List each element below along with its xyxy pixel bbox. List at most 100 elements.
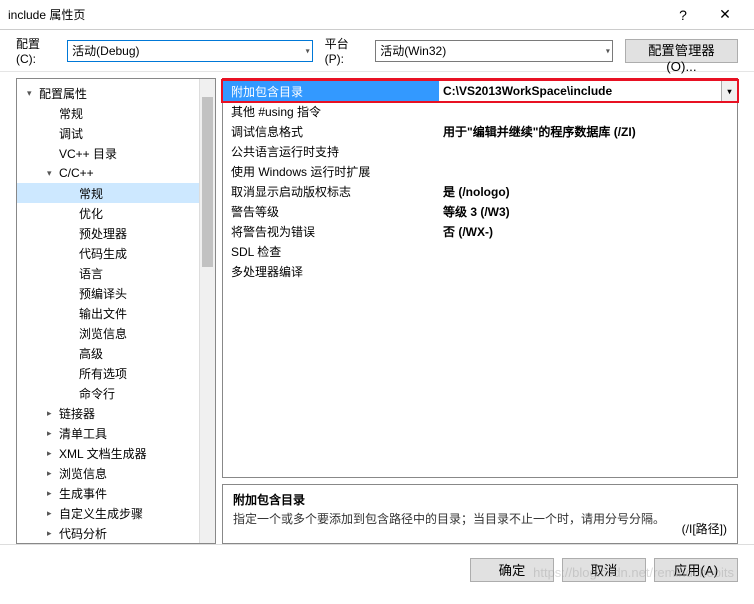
tree-arrow-icon: ▸: [47, 428, 57, 439]
tree-item-label: 命令行: [79, 385, 115, 402]
tree-item[interactable]: ▸代码分析: [17, 523, 199, 543]
tree-item[interactable]: 预编译头: [17, 283, 199, 303]
property-value[interactable]: 否 (/WX-): [439, 223, 737, 240]
tree-arrow-icon: ▸: [47, 528, 57, 539]
tree-item-label: 常规: [79, 185, 103, 202]
tree-item-label: 所有选项: [79, 365, 127, 382]
tree-item[interactable]: ▾C/C++: [17, 163, 199, 183]
tree-item-label: 优化: [79, 205, 103, 222]
tree-item[interactable]: 调试: [17, 123, 199, 143]
dropdown-button[interactable]: ▾: [721, 81, 737, 101]
property-name: 使用 Windows 运行时扩展: [223, 163, 439, 180]
tree-item[interactable]: 浏览信息: [17, 323, 199, 343]
toolbar: 配置(C): 活动(Debug) ▾ 平台(P): 活动(Win32) ▾ 配置…: [0, 30, 754, 72]
scrollbar-thumb[interactable]: [202, 97, 213, 267]
property-name: 调试信息格式: [223, 123, 439, 140]
property-row[interactable]: 取消显示启动版权标志是 (/nologo): [223, 181, 737, 201]
sidebar: ▾配置属性常规调试VC++ 目录▾C/C++常规优化预处理器代码生成语言预编译头…: [16, 78, 216, 544]
property-value[interactable]: 等级 3 (/W3): [439, 203, 737, 220]
tree-item-label: 调试: [59, 125, 83, 142]
property-name: 其他 #using 指令: [223, 103, 439, 120]
main-area: ▾配置属性常规调试VC++ 目录▾C/C++常规优化预处理器代码生成语言预编译头…: [0, 72, 754, 544]
tree-item-label: 语言: [79, 265, 103, 282]
property-row[interactable]: 附加包含目录C:\VS2013WorkSpace\include▾: [221, 79, 739, 103]
config-combo[interactable]: 活动(Debug) ▾: [67, 40, 312, 62]
tree-arrow-icon: ▸: [47, 448, 57, 459]
tree-item[interactable]: ▸自定义生成步骤: [17, 503, 199, 523]
tree-item-label: 自定义生成步骤: [59, 505, 143, 522]
property-row[interactable]: 警告等级等级 3 (/W3): [223, 201, 737, 221]
close-button[interactable]: ✕: [704, 1, 746, 29]
cancel-button[interactable]: 取消: [562, 558, 646, 582]
platform-label: 平台(P):: [325, 35, 368, 66]
tree-item-label: 配置属性: [39, 85, 87, 102]
tree-item[interactable]: ▸XML 文档生成器: [17, 443, 199, 463]
help-button[interactable]: ?: [662, 1, 704, 29]
property-row[interactable]: 使用 Windows 运行时扩展: [223, 161, 737, 181]
tree-item-label: C/C++: [59, 166, 94, 180]
config-label: 配置(C):: [16, 35, 59, 66]
property-row[interactable]: 其他 #using 指令: [223, 101, 737, 121]
property-name: 公共语言运行时支持: [223, 143, 439, 160]
tree-item[interactable]: ▾配置属性: [17, 83, 199, 103]
tree-item[interactable]: ▸链接器: [17, 403, 199, 423]
apply-button[interactable]: 应用(A): [654, 558, 738, 582]
tree-item-label: XML 文档生成器: [59, 445, 147, 462]
property-grid[interactable]: 附加包含目录C:\VS2013WorkSpace\include▾其他 #usi…: [222, 78, 738, 478]
ok-button[interactable]: 确定: [470, 558, 554, 582]
platform-value: 活动(Win32): [380, 42, 446, 59]
description-text: 指定一个或多个要添加到包含路径中的目录；当目录不止一个时，请用分号分隔。: [233, 510, 727, 527]
config-value: 活动(Debug): [72, 42, 139, 59]
property-row[interactable]: SDL 检查: [223, 241, 737, 261]
tree-arrow-icon: ▾: [27, 88, 37, 99]
tree-arrow-icon: ▸: [47, 408, 57, 419]
config-manager-button[interactable]: 配置管理器(O)...: [625, 39, 738, 63]
tree-item-label: 输出文件: [79, 305, 127, 322]
tree-item[interactable]: 常规: [17, 183, 199, 203]
tree-item[interactable]: 代码生成: [17, 243, 199, 263]
tree-item[interactable]: 命令行: [17, 383, 199, 403]
tree-arrow-icon: ▸: [47, 508, 57, 519]
tree-arrow-icon: ▾: [47, 168, 57, 179]
tree-item-label: 高级: [79, 345, 103, 362]
tree-item[interactable]: VC++ 目录: [17, 143, 199, 163]
tree-item-label: 链接器: [59, 405, 95, 422]
property-name: 多处理器编译: [223, 263, 439, 280]
property-value[interactable]: 是 (/nologo): [439, 183, 737, 200]
tree-item[interactable]: ▸生成事件: [17, 483, 199, 503]
tree-item-label: 预编译头: [79, 285, 127, 302]
platform-combo[interactable]: 活动(Win32) ▾: [375, 40, 613, 62]
property-name: 取消显示启动版权标志: [223, 183, 439, 200]
tree-item-label: 预处理器: [79, 225, 127, 242]
tree-item[interactable]: 优化: [17, 203, 199, 223]
property-name: 警告等级: [223, 203, 439, 220]
property-row[interactable]: 公共语言运行时支持: [223, 141, 737, 161]
property-name: SDL 检查: [223, 243, 439, 260]
footer: 确定 取消 应用(A) https://blog.csdn.net/remind…: [0, 544, 754, 594]
tree-item[interactable]: ▸清单工具: [17, 423, 199, 443]
tree-item[interactable]: 所有选项: [17, 363, 199, 383]
tree-item-label: 代码生成: [79, 245, 127, 262]
tree-item[interactable]: 语言: [17, 263, 199, 283]
tree-item-label: 常规: [59, 105, 83, 122]
property-row[interactable]: 将警告视为错误否 (/WX-): [223, 221, 737, 241]
property-row[interactable]: 多处理器编译: [223, 261, 737, 281]
tree-item-label: 浏览信息: [79, 325, 127, 342]
property-tree[interactable]: ▾配置属性常规调试VC++ 目录▾C/C++常规优化预处理器代码生成语言预编译头…: [17, 79, 199, 543]
description-box: 附加包含目录 指定一个或多个要添加到包含路径中的目录；当目录不止一个时，请用分号…: [222, 484, 738, 544]
property-row[interactable]: 调试信息格式用于"编辑并继续"的程序数据库 (/ZI): [223, 121, 737, 141]
tree-item[interactable]: 高级: [17, 343, 199, 363]
tree-item[interactable]: 常规: [17, 103, 199, 123]
content-area: 附加包含目录C:\VS2013WorkSpace\include▾其他 #usi…: [222, 78, 738, 544]
property-value[interactable]: 用于"编辑并继续"的程序数据库 (/ZI): [439, 123, 737, 140]
property-value[interactable]: C:\VS2013WorkSpace\include▾: [439, 81, 737, 101]
description-switch: (/I[路径]): [682, 520, 727, 537]
property-name: 附加包含目录: [223, 81, 439, 101]
tree-item[interactable]: 预处理器: [17, 223, 199, 243]
tree-item[interactable]: ▸浏览信息: [17, 463, 199, 483]
tree-item[interactable]: 输出文件: [17, 303, 199, 323]
property-name: 将警告视为错误: [223, 223, 439, 240]
tree-item-label: 清单工具: [59, 425, 107, 442]
tree-arrow-icon: ▸: [47, 488, 57, 499]
tree-scrollbar[interactable]: [199, 79, 215, 543]
